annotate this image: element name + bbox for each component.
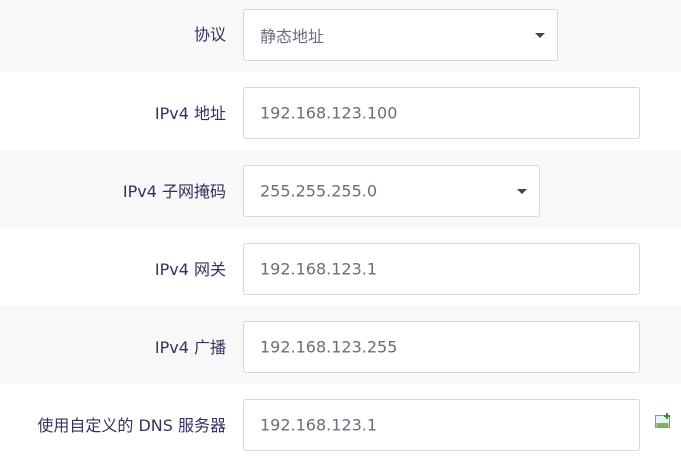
ipv4-gateway-input[interactable]: 192.168.123.1	[243, 243, 640, 295]
row-protocol: 协议 静态地址	[0, 0, 681, 72]
row-ipv4-address: IPv4 地址 192.168.123.100	[0, 72, 681, 150]
ipv4-broadcast-label: IPv4 广播	[154, 338, 226, 357]
add-entry-icon[interactable]	[655, 413, 672, 428]
ipv4-gateway-label: IPv4 网关	[154, 260, 226, 279]
protocol-select[interactable]: 静态地址	[243, 9, 558, 61]
row-ipv4-broadcast: IPv4 广播 192.168.123.255	[0, 306, 681, 384]
ipv4-netmask-label: IPv4 子网掩码	[122, 182, 226, 201]
ipv4-broadcast-input[interactable]: 192.168.123.255	[243, 321, 640, 373]
custom-dns-input[interactable]: 192.168.123.1	[243, 399, 640, 451]
ipv4-netmask-select-value: 255.255.255.0	[260, 181, 378, 201]
chevron-down-icon	[535, 33, 545, 38]
row-ipv4-netmask: IPv4 子网掩码 255.255.255.0	[0, 150, 681, 228]
custom-dns-value: 192.168.123.1	[260, 415, 378, 435]
row-ipv4-gateway: IPv4 网关 192.168.123.1	[0, 228, 681, 306]
protocol-label: 协议	[193, 25, 226, 44]
network-interface-form: 协议 静态地址 IPv4 地址 192.168.123.100 IPv4 子网掩…	[0, 0, 681, 462]
ipv4-broadcast-value: 192.168.123.255	[260, 337, 398, 357]
protocol-select-value: 静态地址	[260, 27, 325, 46]
custom-dns-label: 使用自定义的 DNS 服务器	[37, 416, 226, 435]
row-custom-dns: 使用自定义的 DNS 服务器 192.168.123.1	[0, 384, 681, 462]
ipv4-netmask-select[interactable]: 255.255.255.0	[243, 165, 540, 217]
chevron-down-icon	[517, 189, 527, 194]
ipv4-gateway-value: 192.168.123.1	[260, 259, 378, 279]
ipv4-address-input[interactable]: 192.168.123.100	[243, 87, 640, 139]
ipv4-address-label: IPv4 地址	[154, 104, 226, 123]
ipv4-address-value: 192.168.123.100	[260, 103, 398, 123]
